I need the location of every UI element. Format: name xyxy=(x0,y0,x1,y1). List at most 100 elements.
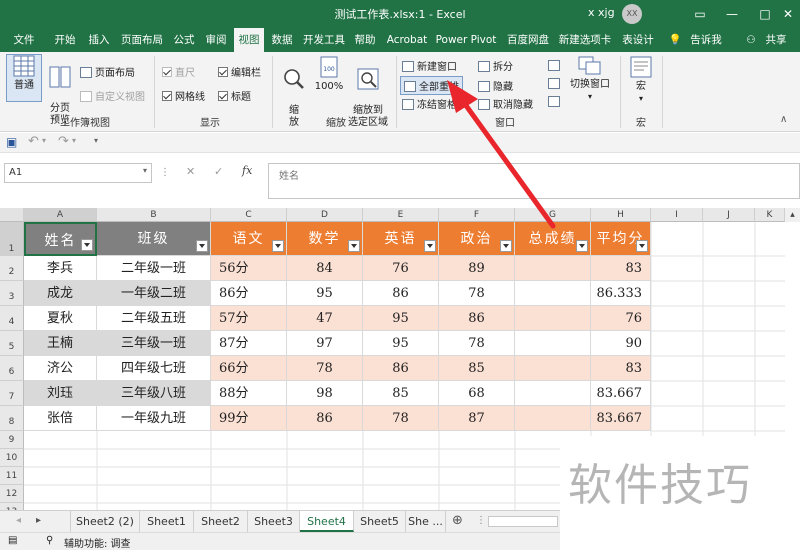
cell-chinese[interactable]: 57分 xyxy=(211,306,287,331)
ribbon-display-icon[interactable]: ▭ xyxy=(690,4,710,24)
tab-file[interactable]: 文件 xyxy=(6,28,42,52)
macros-button[interactable]: 宏 ▾ xyxy=(626,56,656,112)
split-button[interactable]: 拆分 xyxy=(478,58,513,73)
lightbulb-icon[interactable]: 💡 xyxy=(668,28,682,52)
tab-page-layout[interactable]: 页面布局 xyxy=(118,28,166,52)
new-window-button[interactable]: 新建窗口 xyxy=(402,58,457,73)
tab-acrobat[interactable]: Acrobat xyxy=(384,28,430,52)
cell-average[interactable]: 90 xyxy=(591,331,651,356)
cell-english[interactable]: 86 xyxy=(363,356,439,381)
row-header-6[interactable]: 6 xyxy=(0,356,24,381)
row-header-1[interactable]: 1 xyxy=(0,222,24,256)
header-cell-math[interactable]: 数学 xyxy=(287,222,363,256)
col-header-e[interactable]: E xyxy=(363,208,439,222)
tab-developer[interactable]: 开发工具 xyxy=(300,28,348,52)
cell-name[interactable]: 济公 xyxy=(24,356,97,381)
cell-total[interactable] xyxy=(515,281,591,306)
filter-dropdown-icon[interactable] xyxy=(500,240,512,252)
cell-math[interactable]: 84 xyxy=(287,256,363,281)
cell-total[interactable] xyxy=(515,381,591,406)
zoom-button[interactable]: 缩 放 xyxy=(280,56,308,128)
cell-chinese[interactable]: 66分 xyxy=(211,356,287,381)
col-header-g[interactable]: G xyxy=(515,208,591,222)
cell-english[interactable]: 95 xyxy=(363,331,439,356)
row-header-13[interactable]: 13 xyxy=(0,503,24,510)
insert-function-icon[interactable]: fx xyxy=(242,164,252,177)
header-cell-average[interactable]: 平均分 xyxy=(591,222,651,256)
cell-class[interactable]: 二年级五班 xyxy=(97,306,211,331)
resize-handle-icon[interactable]: ⋮ xyxy=(160,167,170,178)
cell-class[interactable]: 一年级二班 xyxy=(97,281,211,306)
cell-class[interactable]: 四年级七班 xyxy=(97,356,211,381)
cell-math[interactable]: 47 xyxy=(287,306,363,331)
reset-window-icon[interactable] xyxy=(548,96,560,108)
row-header-5[interactable]: 5 xyxy=(0,331,24,356)
cell-total[interactable] xyxy=(515,306,591,331)
header-cell-politics[interactable]: 政治 xyxy=(439,222,515,256)
filter-dropdown-icon[interactable] xyxy=(348,240,360,252)
cell-average[interactable]: 83 xyxy=(591,256,651,281)
col-header-a[interactable]: A xyxy=(24,208,97,222)
formula-bar-checkbox[interactable]: 编辑栏 xyxy=(218,64,261,79)
col-header-h[interactable]: H xyxy=(591,208,651,222)
row-header-12[interactable]: 12 xyxy=(0,485,24,503)
row-header-10[interactable]: 10 xyxy=(0,449,24,467)
cell-math[interactable]: 98 xyxy=(287,381,363,406)
cell-math[interactable]: 86 xyxy=(287,406,363,431)
cell-name[interactable]: 刘珏 xyxy=(24,381,97,406)
unhide-button[interactable]: 取消隐藏 xyxy=(478,96,533,111)
sheet-tab-sheet4[interactable]: Sheet4 xyxy=(300,511,354,532)
ruler-checkbox[interactable]: 直尺 xyxy=(162,64,195,79)
row-header-9[interactable]: 9 xyxy=(0,431,24,449)
tab-help[interactable]: 帮助 xyxy=(350,28,380,52)
tab-review[interactable]: 审阅 xyxy=(200,28,232,52)
add-sheet-icon[interactable]: ⊕ xyxy=(452,513,463,528)
undo-dropdown-icon[interactable]: ▾ xyxy=(42,136,46,145)
cell-name[interactable]: 夏秋 xyxy=(24,306,97,331)
cell-chinese[interactable]: 86分 xyxy=(211,281,287,306)
sheet-tab-sheet3[interactable]: Sheet3 xyxy=(248,511,300,532)
sheet-tab-sheet2-2[interactable]: Sheet2 (2) xyxy=(70,511,140,532)
scroll-right-icon[interactable]: ▸ xyxy=(36,515,41,526)
avatar[interactable]: XX xyxy=(622,4,642,24)
cell-total[interactable] xyxy=(515,406,591,431)
hide-button[interactable]: 隐藏 xyxy=(478,78,513,93)
cell-average[interactable]: 86.333 xyxy=(591,281,651,306)
cell-english[interactable]: 86 xyxy=(363,281,439,306)
row-header-2[interactable]: 2 xyxy=(0,256,24,281)
tab-data[interactable]: 数据 xyxy=(266,28,298,52)
tab-table-design[interactable]: 表设计 xyxy=(616,28,660,52)
cell-english[interactable]: 85 xyxy=(363,381,439,406)
tab-split-handle-icon[interactable]: ⋮ xyxy=(476,515,486,526)
sheet-tab-more[interactable]: She ... xyxy=(406,511,446,532)
cell-chinese[interactable]: 56分 xyxy=(211,256,287,281)
cell-total[interactable] xyxy=(515,256,591,281)
filter-dropdown-icon[interactable] xyxy=(81,239,93,251)
normal-view-button[interactable]: 普通 xyxy=(6,54,42,102)
cell-politics[interactable]: 68 xyxy=(439,381,515,406)
col-header-b[interactable]: B xyxy=(97,208,211,222)
customize-qat-icon[interactable]: ▾ xyxy=(94,136,98,145)
accessibility-icon[interactable]: ⚲ xyxy=(46,535,53,546)
maximize-button[interactable]: □ xyxy=(755,4,775,24)
page-break-preview-button[interactable]: 分页 预览 xyxy=(44,54,76,126)
filter-dropdown-icon[interactable] xyxy=(424,240,436,252)
cell-politics[interactable]: 86 xyxy=(439,306,515,331)
freeze-panes-button[interactable]: 冻结窗格 xyxy=(402,96,457,111)
cell-politics[interactable]: 87 xyxy=(439,406,515,431)
header-cell-class[interactable]: 班级 xyxy=(97,222,211,256)
share-button[interactable]: 共享 xyxy=(758,28,794,52)
cell-politics[interactable]: 85 xyxy=(439,356,515,381)
tab-view[interactable]: 视图 xyxy=(234,28,264,52)
cell-english[interactable]: 95 xyxy=(363,306,439,331)
sheet-tab-sheet2[interactable]: Sheet2 xyxy=(194,511,248,532)
cell-name[interactable]: 张倍 xyxy=(24,406,97,431)
row-header-4[interactable]: 4 xyxy=(0,306,24,331)
header-cell-english[interactable]: 英语 xyxy=(363,222,439,256)
tell-me[interactable]: 告诉我 xyxy=(684,28,728,52)
sheet-tab-sheet5[interactable]: Sheet5 xyxy=(354,511,406,532)
scroll-up-icon[interactable]: ▴ xyxy=(785,208,800,222)
undo-icon[interactable]: ↶ xyxy=(28,134,39,149)
person-icon[interactable]: ⚇ xyxy=(744,28,758,52)
cell-average[interactable]: 76 xyxy=(591,306,651,331)
